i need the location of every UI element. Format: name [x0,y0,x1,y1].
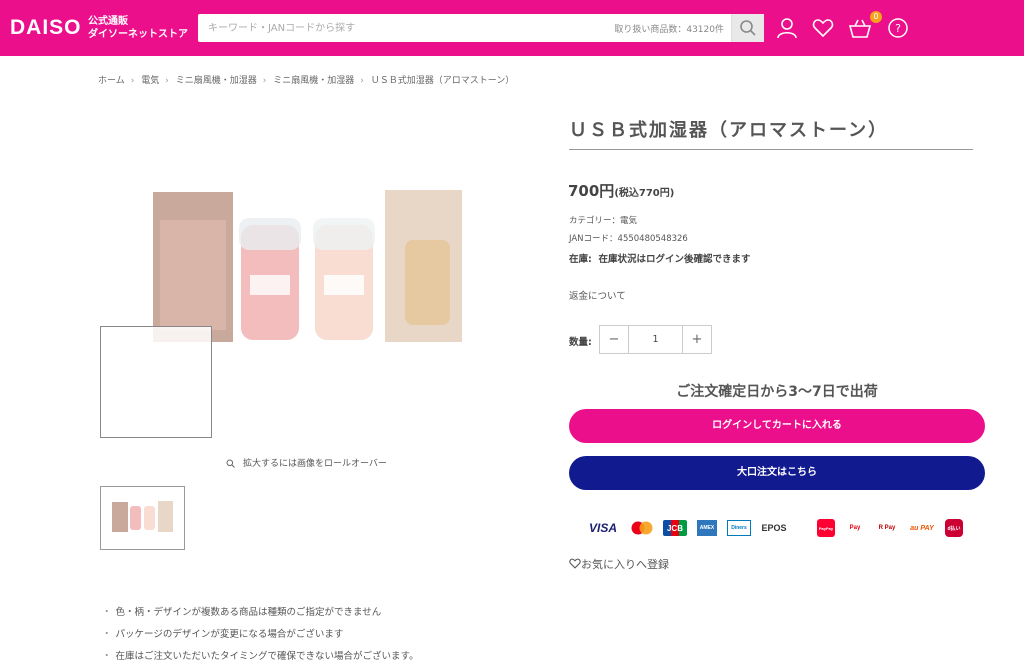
user-icon [777,18,797,39]
heart-outline-icon [569,558,581,569]
heart-icon [812,19,834,38]
breadcrumb-separator: › [360,76,364,86]
help-button[interactable]: ? [886,16,910,40]
zoom-hint-text: 拡大するには画像をロールオーバー [243,459,387,469]
humidifier-cream-label [324,275,364,295]
basket-icon [848,19,872,38]
visa-logo: VISA [588,521,617,535]
thumbnail-image [112,501,173,532]
site-logo[interactable]: DAISO [10,16,82,40]
login-add-to-cart-button[interactable]: ログインしてカートに入れる [569,409,985,443]
price-tax: (税込770円) [614,188,675,199]
product-thumbnail[interactable] [100,486,185,550]
stock-value: 在庫状況はログイン後確認できます [598,254,751,265]
product-notes: 色・柄・デザインが複数ある商品は種類のご指定ができません パッケージのデザインが… [102,604,419,670]
logo-sub-line-1: 公式通販 [88,16,128,27]
site-header: DAISO 公式通販 ダイソーネットストア 取り扱い商品数：43120件 0 ? [0,0,1024,56]
breadcrumb-separator: › [165,76,169,86]
breadcrumb-item[interactable]: ホーム [98,76,125,86]
jcb-logo: JCB [663,520,687,536]
breadcrumb-current: ＵＳＢ式加湿器（アロマストーン） [370,76,515,86]
bulk-order-button[interactable]: 大口注文はこちら [569,456,985,490]
quantity-stepper: − 1 + [599,325,712,354]
mastercard-icon [631,521,653,535]
shipping-info: ご注文確定日から3〜7日で出荷 [676,384,878,400]
product-price: 700円(税込770円) [568,180,674,201]
logo-subtitle[interactable]: 公式通販 ダイソーネットストア [88,15,188,41]
breadcrumb-separator: › [130,76,135,86]
au-pay-logo: au PAY [910,524,934,532]
svg-text:?: ? [895,22,901,35]
cart-count-badge: 0 [870,11,882,23]
favorites-button[interactable] [811,16,835,40]
humidifier-pink-label [250,275,290,295]
stock-status: 在庫: 在庫状況はログイン後確認できます [569,251,750,265]
paypay-logo: PayPay [817,519,835,537]
add-to-favorites-link[interactable]: お気に入りへ登録 [569,556,669,572]
quantity-decrease-button[interactable]: − [600,326,628,353]
breadcrumb-item[interactable]: 電気 [141,76,159,86]
breadcrumb-separator: › [262,76,267,86]
account-button[interactable] [775,16,799,40]
epos-logo: EPOS [761,523,787,533]
cart-button[interactable] [848,16,872,40]
note-item: 在庫はご注文いただいたタイミングで確保できない場合がございます。 [102,648,419,670]
title-divider [569,149,973,150]
note-item: 色・柄・デザインが複数ある商品は種類のご指定ができません [102,604,419,626]
breadcrumb-item[interactable]: ミニ扇風機・加湿器 [273,76,354,86]
amex-logo: AMEX [697,520,717,536]
quantity-increase-button[interactable]: + [683,326,711,353]
quantity-input[interactable]: 1 [628,326,683,353]
zoom-hint: 拡大するには画像をロールオーバー [226,456,387,469]
favorites-label: お気に入りへ登録 [581,558,669,571]
product-jan: JANコード：4550480548326 [569,234,688,244]
humidifier-pink-top [239,218,301,250]
product-category: カテゴリー：電気 [569,216,638,226]
search-input[interactable] [198,14,598,42]
rakuten-pay-logo: R Pay [878,525,896,531]
package-left-face [160,220,226,330]
logo-sub-line-2: ダイソーネットストア [88,29,188,40]
diners-logo: Diners [727,520,751,536]
merpay-logo: Pay [849,525,861,531]
zoom-lens[interactable] [100,326,212,438]
note-item: パッケージのデザインが変更になる場合がございます [102,626,419,648]
product-count: 取り扱い商品数：43120件 [614,25,724,35]
stock-label: 在庫: [569,254,592,265]
breadcrumb-item[interactable]: ミニ扇風機・加湿器 [176,76,257,86]
humidifier-cream-top [313,218,375,250]
d-barai-logo: d払い [945,519,963,537]
magnifier-icon [226,459,235,468]
package-right-product [405,240,450,325]
price-value: 700円 [568,182,615,200]
search-bar: 取り扱い商品数：43120件 [198,14,764,42]
refund-link[interactable]: 返金について [569,288,626,302]
search-icon [740,20,756,36]
help-icon: ? [888,18,908,38]
quantity-label: 数量: [569,337,592,348]
product-title: ＵＳＢ式加湿器（アロマストーン） [569,120,889,141]
breadcrumb: ホーム › 電気 › ミニ扇風機・加湿器 › ミニ扇風機・加湿器 › ＵＳＢ式加湿器（ア… [98,73,518,86]
search-button[interactable] [731,14,764,42]
